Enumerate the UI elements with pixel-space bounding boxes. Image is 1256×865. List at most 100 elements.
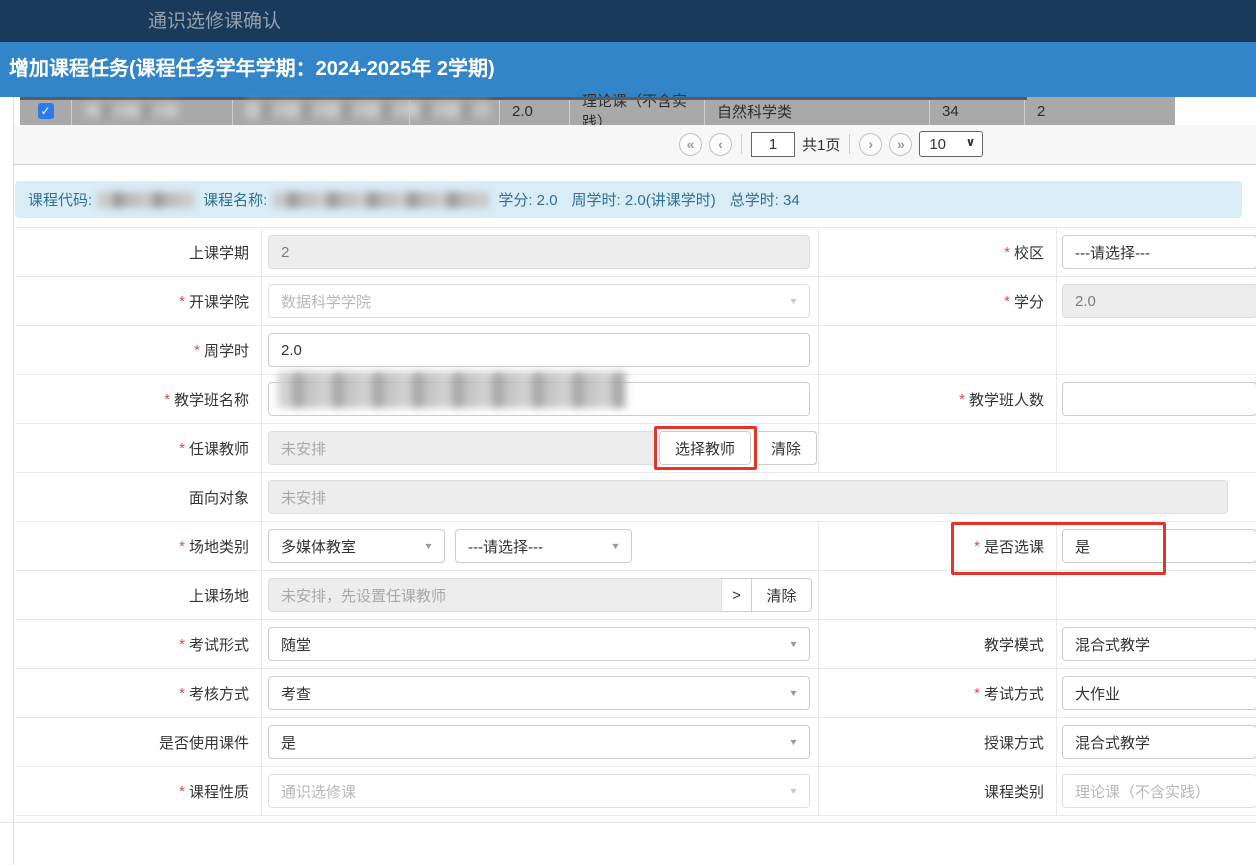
total-hours-cell: 34	[930, 97, 1025, 125]
pagination-band: « ‹ 共1页 › » 10 ∨	[14, 125, 1256, 165]
form-row-venue: 上课场地 未安排，先设置任课教师 > 清除	[15, 571, 1256, 620]
teacher-label: 任课教师	[189, 438, 249, 459]
course-name-label: 课程名称:	[203, 189, 267, 210]
page-number-input[interactable]	[751, 132, 795, 157]
redacted-class-name	[278, 372, 626, 408]
next-page-button[interactable]: ›	[859, 133, 882, 156]
dropdown-arrow-icon: ▼	[788, 786, 798, 796]
last-page-icon: »	[897, 137, 905, 151]
pager-divider	[741, 134, 742, 154]
venue-type-label: 场地类别	[189, 536, 249, 557]
required-marker: *	[179, 685, 185, 702]
annotation-box-select-teacher	[654, 426, 757, 470]
last-page-button[interactable]: »	[889, 133, 912, 156]
exam-form-label: 考试形式	[189, 634, 249, 655]
course-type-cell: 理论课（不含实践）	[570, 97, 705, 125]
course-nature-select: 通识选修课▼	[268, 774, 810, 808]
required-marker: *	[959, 391, 965, 408]
form-row-teacher: *任课教师 未安排 选择教师 清除	[15, 424, 1256, 473]
dialog-header: 增加课程任务(课程任务学年学期：2024-2025年 2学期)	[0, 42, 1256, 97]
exam-form-select[interactable]: 随堂▼	[268, 627, 810, 661]
dropdown-arrow-icon: ▼	[788, 688, 798, 698]
page: 通识选修课确认 增加课程任务(课程任务学年学期：2024-2025年 2学期) …	[0, 0, 1256, 865]
audience-input: 未安排	[268, 480, 1228, 514]
teaching-mode-label: 教学模式	[984, 634, 1044, 655]
audience-label: 面向对象	[189, 487, 249, 508]
form-row-weekly-hours: *周学时 2.0	[15, 326, 1256, 375]
dropdown-arrow-icon: ▼	[788, 737, 798, 747]
assess-method-label: 考核方式	[189, 683, 249, 704]
venue-input: 未安排，先设置任课教师	[268, 578, 722, 612]
annotation-box-elective	[951, 522, 1166, 575]
venue-clear-button[interactable]: 清除	[752, 578, 812, 612]
weekly-hours-label: 周学时	[204, 340, 249, 361]
weekly-hours-text: 周学时: 2.0(讲课学时)	[572, 189, 716, 210]
venue-label: 上课场地	[189, 585, 249, 606]
redacted-course-name	[246, 102, 489, 118]
clear-teacher-button[interactable]: 清除	[755, 431, 817, 465]
row-checkbox-cell: ✓	[20, 97, 72, 125]
venue-type-select-1[interactable]: 多媒体教室▼	[268, 529, 445, 563]
required-marker: *	[974, 685, 980, 702]
course-category-label: 课程类别	[984, 781, 1044, 802]
redacted-course-code	[86, 104, 178, 117]
credit-label: 学分	[1014, 291, 1044, 312]
exam-method-select[interactable]: 大作业	[1062, 676, 1256, 710]
form-row-semester-campus: 上课学期 2 *校区 ---请选择---	[15, 228, 1256, 277]
dropdown-arrow-icon: ▼	[788, 296, 798, 306]
required-marker: *	[179, 440, 185, 457]
panel-left-border	[13, 97, 14, 865]
dropdown-arrow-icon: ▼	[788, 639, 798, 649]
prev-page-button[interactable]: ‹	[709, 133, 732, 156]
campus-select[interactable]: ---请选择---	[1062, 235, 1256, 269]
class-size-input[interactable]	[1062, 382, 1256, 416]
weekly-hours-input[interactable]: 2.0	[268, 333, 810, 367]
assess-method-select[interactable]: 考查▼	[268, 676, 810, 710]
class-name-label: 教学班名称	[174, 389, 249, 410]
required-marker: *	[194, 342, 200, 359]
row-checkbox[interactable]: ✓	[38, 103, 54, 119]
form-row-class-name-size: *教学班名称 *教学班人数	[15, 375, 1256, 424]
required-marker: *	[179, 636, 185, 653]
credit-cell: 2.0	[500, 97, 570, 125]
total-pages-label: 共1页	[802, 134, 840, 155]
redacted-info-course-name	[273, 192, 488, 208]
teaching-mode-select[interactable]: 混合式教学	[1062, 627, 1256, 661]
teacher-input: 未安排	[268, 431, 655, 465]
college-select: 数据科学学院▼	[268, 284, 810, 318]
required-marker: *	[1004, 244, 1010, 261]
credit-text: 学分: 2.0	[498, 189, 557, 210]
dropdown-arrow-icon: ▼	[610, 541, 620, 551]
course-table-row[interactable]: ✓ 2.0 理论课（不含实践） 自然科学类 34 2	[20, 97, 1175, 125]
table-top-border	[20, 97, 1027, 100]
next-page-icon: ›	[869, 137, 874, 151]
use-courseware-label: 是否使用课件	[159, 732, 249, 753]
total-hours-text: 总学时: 34	[730, 189, 800, 210]
delivery-method-select[interactable]: 混合式教学	[1062, 725, 1256, 759]
campus-label: 校区	[1014, 242, 1044, 263]
class-size-label: 教学班人数	[969, 389, 1044, 410]
venue-type-select-2[interactable]: ---请选择---▼	[455, 529, 632, 563]
venue-expand-button[interactable]: >	[722, 578, 752, 612]
bottom-divider	[0, 822, 1256, 823]
page-size-select[interactable]: 10 ∨	[919, 131, 983, 157]
exam-method-label: 考试方式	[984, 683, 1044, 704]
first-page-button[interactable]: «	[679, 133, 702, 156]
dialog-title: 增加课程任务(课程任务学年学期：2024-2025年 2学期)	[9, 42, 495, 97]
required-marker: *	[179, 538, 185, 555]
form-row-nature-category: *课程性质 通识选修课▼ 课程类别 理论课（不含实践）	[15, 767, 1256, 816]
delivery-method-label: 授课方式	[984, 732, 1044, 753]
app-title: 通识选修课确认	[148, 0, 281, 42]
course-category-cell: 自然科学类	[705, 97, 930, 125]
semester-input: 2	[268, 235, 810, 269]
course-category-input: 理论课（不含实践）	[1062, 774, 1256, 808]
required-marker: *	[164, 391, 170, 408]
course-nature-label: 课程性质	[189, 781, 249, 802]
required-marker: *	[179, 783, 185, 800]
use-courseware-select[interactable]: 是▼	[268, 725, 810, 759]
checkmark-icon: ✓	[40, 105, 50, 117]
form-row-college-credit: *开课学院 数据科学学院▼ *学分 2.0	[15, 277, 1256, 326]
college-label: 开课学院	[189, 291, 249, 312]
first-page-icon: «	[687, 137, 695, 151]
required-marker: *	[1004, 293, 1010, 310]
